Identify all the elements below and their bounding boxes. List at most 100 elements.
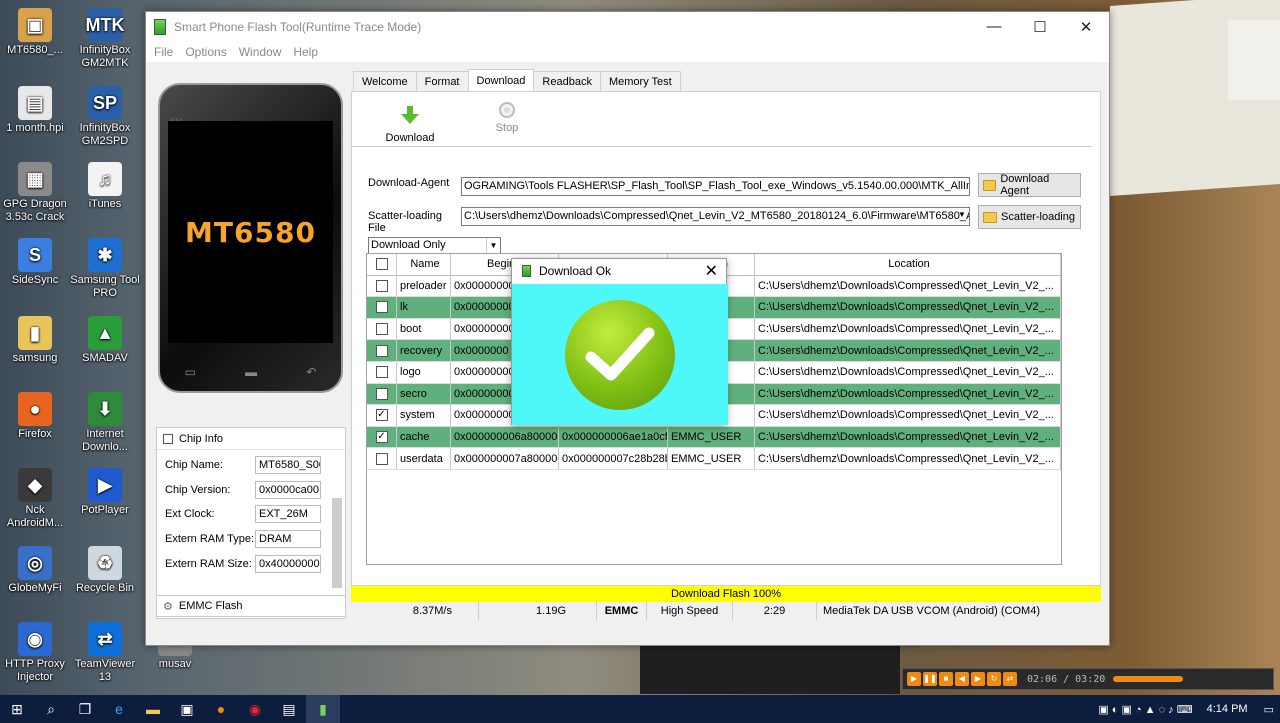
cell-region: EMMC_USER (668, 426, 755, 449)
emmc-flash-title: EMMC Flash (178, 600, 243, 612)
menu-window[interactable]: Window (233, 45, 288, 59)
desktop-icon-potplayer[interactable]: ▶ PotPlayer (70, 468, 140, 517)
scrollbar-thumb[interactable] (332, 498, 342, 588)
scatter-label: Scatter-loading File (368, 210, 442, 234)
checkbox[interactable]: ✓ (375, 409, 388, 422)
windows-start-icon[interactable]: ⊞ (0, 695, 34, 723)
close-button[interactable]: ✕ (1063, 12, 1109, 41)
media-time: 02:06 / 03:20 (1027, 673, 1106, 685)
chip-info-header[interactable]: Chip Info (157, 428, 345, 450)
checkbox[interactable] (375, 279, 388, 292)
desktop-icon-recycle-bin[interactable]: ♻ Recycle Bin (70, 546, 140, 595)
store-icon[interactable]: ▣ (170, 695, 204, 723)
success-check-icon (565, 299, 675, 410)
notification-icon[interactable]: ▭ (1264, 703, 1274, 716)
header-name[interactable]: Name (397, 254, 451, 276)
prev-icon[interactable]: ◀ (955, 672, 969, 686)
recycle-bin-icon: ♻ (88, 546, 122, 580)
search-icon[interactable]: ⌕ (34, 695, 68, 723)
desktop-icon-sidesync[interactable]: S SideSync (0, 238, 70, 287)
status-time: 2:29 (733, 602, 817, 620)
progress-text: Download Flash 100% (670, 588, 782, 600)
file-explorer-icon[interactable]: ▬ (136, 695, 170, 723)
stop-media-icon[interactable]: ■ (939, 672, 953, 686)
menu-help[interactable]: Help (287, 45, 324, 59)
tab-welcome[interactable]: Welcome (353, 71, 417, 92)
chip-info-scrollbar[interactable]: ⌄ (331, 458, 343, 610)
checkbox[interactable] (375, 344, 388, 357)
next-icon[interactable]: ▶ (971, 672, 985, 686)
table-row[interactable]: userdata 0x000000007a800000 0x000000007c28… (367, 448, 1061, 470)
tab-download[interactable]: Download (467, 69, 535, 92)
volume-bar[interactable] (1113, 676, 1184, 682)
chip-label: Chip Version: (165, 483, 231, 496)
desktop-icon-itunes[interactable]: ♫ iTunes (70, 162, 140, 211)
desktop-icon-infinitybox-gm2mtk[interactable]: MTK InfinityBox GM2MTK (70, 8, 140, 70)
checkbox[interactable] (375, 323, 388, 336)
network-tool-icon[interactable]: ▤ (272, 695, 306, 723)
repeat-icon[interactable]: ↻ (987, 672, 1001, 686)
checkbox[interactable] (375, 301, 388, 314)
compass-icon[interactable]: ◉ (238, 695, 272, 723)
header-select-all[interactable] (367, 254, 397, 276)
firefox-icon[interactable]: ● (204, 695, 238, 723)
desktop-icon-1month-hpi[interactable]: ▤ 1 month.hpi (0, 86, 70, 135)
download-agent-button[interactable]: Download Agent (978, 173, 1081, 197)
download-button[interactable]: Download (380, 100, 440, 144)
download-agent-path[interactable]: OGRAMING\Tools FLASHER\SP_Flash_Tool\SP_… (461, 177, 970, 196)
desktop-icon-smadav[interactable]: ▲ SMADAV (70, 316, 140, 365)
cell-location: C:\Users\dhemz\Downloads\Compressed\Qnet… (755, 426, 1061, 449)
minimize-button[interactable]: — (971, 12, 1017, 41)
desktop-icon-teamviewer[interactable]: ⇄ TeamViewer 13 (70, 622, 140, 684)
desktop-icon-label: Internet Downlo... (82, 428, 128, 453)
menu-options[interactable]: Options (179, 45, 232, 59)
task-view-icon[interactable]: ❐ (68, 695, 102, 723)
desktop-icon-label: InfinityBox GM2SPD (79, 122, 131, 147)
firefox-icon: ● (18, 392, 52, 426)
header-location[interactable]: Location (755, 254, 1061, 276)
tray-icons[interactable]: ▣ ◐ ▣ ◔ ▲ ◌ ♪ ⌨ (1098, 703, 1192, 716)
checkbox[interactable] (375, 258, 388, 271)
checkbox[interactable] (375, 366, 388, 379)
itunes-icon: ♫ (88, 162, 122, 196)
menu-bar: File Options Window Help (146, 41, 1109, 63)
status-port: MediaTek DA USB VCOM (Android) (COM4) (823, 605, 1040, 617)
tab-format[interactable]: Format (415, 71, 469, 92)
desktop-icon-samsung-tool-pro[interactable]: ✱ Samsung Tool PRO (70, 238, 140, 300)
desktop-icon-label: Firefox (18, 428, 52, 440)
desktop-icon-firefox[interactable]: ● Firefox (0, 392, 70, 441)
emmc-flash-header[interactable]: ⚙ EMMC Flash (156, 595, 346, 617)
desktop-icon-globemyfi[interactable]: ◎ GlobeMyFi (0, 546, 70, 595)
desktop-icon-samsung[interactable]: ▮ samsung (0, 316, 70, 365)
edge-icon[interactable]: e (102, 695, 136, 723)
scatter-dropdown-icon[interactable]: ▼ (958, 210, 966, 219)
desktop-icon-http-proxy-injector[interactable]: ◉ HTTP Proxy Injector (0, 622, 70, 684)
checkmark-icon (585, 327, 655, 380)
checkbox[interactable] (375, 452, 388, 465)
checkbox[interactable] (375, 387, 388, 400)
flash-tool-taskbar-icon[interactable]: ▮ (306, 695, 340, 723)
desktop-icon-gpg-dragon[interactable]: ▦ GPG Dragon 3.53c Crack (0, 162, 70, 224)
pause-icon[interactable]: ❚❚ (923, 672, 937, 686)
desktop-icon-internet-download[interactable]: ⬇ Internet Downlo... (70, 392, 140, 454)
row-checkbox-cell (367, 340, 397, 362)
scatter-path[interactable]: C:\Users\dhemz\Downloads\Compressed\Qnet… (461, 207, 970, 226)
scatter-loading-button[interactable]: Scatter-loading (978, 205, 1081, 229)
tab-readback[interactable]: Readback (533, 71, 601, 92)
maximize-button[interactable]: ☐ (1017, 12, 1063, 41)
desktop-icon-infinitybox-gm2spd[interactable]: SP InfinityBox GM2SPD (70, 86, 140, 148)
menu-file[interactable]: File (148, 45, 179, 59)
row-checkbox-cell (367, 275, 397, 298)
clock[interactable]: 4:14 PM (1207, 703, 1248, 715)
table-row[interactable]: ✓ cache 0x000000006a800000 0x000000006ae1a0… (367, 426, 1061, 449)
stop-button[interactable]: Stop (477, 100, 537, 134)
desktop-icon-nck-android[interactable]: ◆ Nck AndroidM... (0, 468, 70, 530)
checkbox[interactable]: ✓ (375, 431, 388, 444)
dialog-title: Download Ok (539, 264, 612, 278)
dialog-close-icon[interactable]: ✕ (705, 261, 718, 281)
shuffle-icon[interactable]: ⇄ (1003, 672, 1017, 686)
desktop-icon-mt6580[interactable]: ▣ MT6580_... (0, 8, 70, 57)
download-mode-select[interactable]: Download Only ▼ (368, 237, 501, 254)
tab-memory-test[interactable]: Memory Test (599, 71, 681, 92)
play-icon[interactable]: ▶ (907, 672, 921, 686)
